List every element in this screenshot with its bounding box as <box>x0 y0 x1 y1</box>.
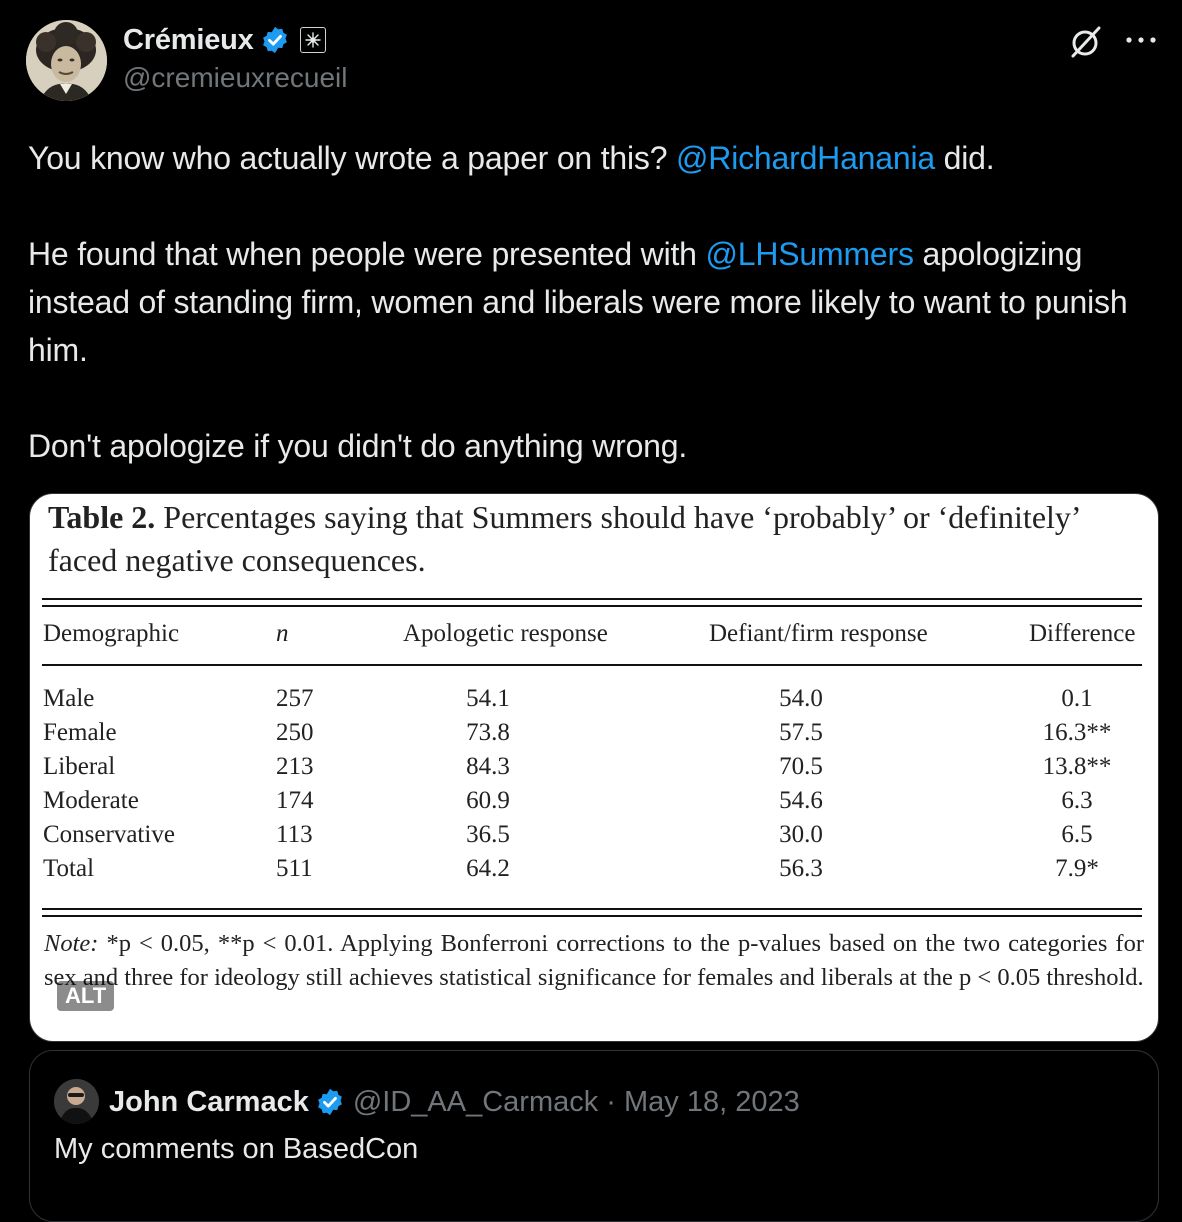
table-cell: 257 <box>276 685 314 712</box>
quoted-handle-date: @ID_AA_Carmack · May 18, 2023 <box>352 1085 800 1118</box>
mention-link-lhsummers[interactable]: @LHSummers <box>705 236 914 272</box>
table-cell-label: Total <box>43 855 95 882</box>
author-avatar[interactable] <box>26 20 107 101</box>
quoted-author-avatar[interactable] <box>54 1079 99 1124</box>
table-cell: 36.5 <box>466 821 510 848</box>
tweet-paragraph-1: You know who actually wrote a paper on t… <box>28 134 1148 182</box>
table-cell: 70.5 <box>779 753 823 780</box>
table-cell: 0.1 <box>1061 685 1093 712</box>
table-cell: 54.1 <box>466 685 510 712</box>
table-label: Table 2. <box>48 499 156 535</box>
table-note: Note: *p < 0.05, **p < 0.01. Applying Bo… <box>44 927 1144 995</box>
table-cell-label: Female <box>43 719 117 746</box>
table-cell: 250 <box>276 719 314 746</box>
table-cell: 57.5 <box>779 719 823 746</box>
author-display-name[interactable]: Crémieux <box>123 24 254 57</box>
table-cell: 13.8** <box>1042 753 1112 780</box>
table-cell: 6.3 <box>1061 787 1093 814</box>
tweet-text-segment: He found that when people were presented… <box>28 236 706 272</box>
tweet-text-segment: You know who actually wrote a paper on t… <box>28 140 677 176</box>
table-cell: 56.3 <box>779 855 823 882</box>
affiliation-badge-icon[interactable] <box>299 27 326 53</box>
table-title: Table 2. Percentages saying that Summers… <box>48 496 1138 582</box>
table-cell-label: Conservative <box>43 821 175 848</box>
verified-badge-icon <box>260 25 290 55</box>
tweet-paragraph-2: He found that when people were presented… <box>28 230 1148 374</box>
table-cell-label: Liberal <box>43 753 116 780</box>
table-cell-label: Moderate <box>43 787 139 814</box>
tweet-paragraph-3: Don't apologize if you didn't do anythin… <box>28 428 688 464</box>
table-cell: 6.5 <box>1061 821 1093 848</box>
table-cell-label: Male <box>43 685 95 712</box>
grok-icon[interactable] <box>1068 24 1104 65</box>
col-header-difference: Difference <box>1029 620 1136 647</box>
table-cell: 64.2 <box>466 855 510 882</box>
table-cell: 84.3 <box>466 753 510 780</box>
table-cell: 511 <box>276 855 313 882</box>
tweet-header: Crémieux @cremieuxrecueil <box>0 0 1182 120</box>
tweet-media-image[interactable]: Table 2. Percentages saying that Summers… <box>29 493 1159 1042</box>
author-handle[interactable]: @cremieuxrecueil <box>123 62 348 94</box>
quoted-tweet-text: My comments on BasedCon <box>54 1133 419 1165</box>
table-cell: 30.0 <box>779 821 823 848</box>
table-cell: 7.9* <box>1055 855 1099 882</box>
table-caption: Percentages saying that Summers should h… <box>48 499 1080 578</box>
mention-link-richardhanania[interactable]: @RichardHanania <box>676 140 935 176</box>
tweet-text-segment: did. <box>934 140 995 176</box>
table-cell: 174 <box>276 787 314 814</box>
table-cell: 73.8 <box>466 719 510 746</box>
note-text: *p < 0.05, **p < 0.01. Applying Bonferro… <box>44 930 1144 991</box>
table-cell: 213 <box>276 753 314 780</box>
quoted-author-name[interactable]: John Carmack <box>109 1086 309 1119</box>
author-name-row: Crémieux <box>123 22 326 58</box>
quoted-tweet[interactable]: John Carmack @ID_AA_Carmack · May 18, 20… <box>29 1050 1159 1222</box>
tweet-text: You know who actually wrote a paper on t… <box>28 134 1148 470</box>
col-header-defiant: Defiant/firm response <box>709 620 928 647</box>
table-cell: 113 <box>276 821 313 848</box>
more-icon[interactable] <box>1124 28 1158 57</box>
col-header-n: n <box>276 620 289 647</box>
col-header-demographic: Demographic <box>43 620 180 647</box>
col-header-apologetic: Apologetic response <box>403 620 608 647</box>
alt-text-button[interactable]: ALT <box>57 981 115 1011</box>
note-label: Note: <box>44 930 99 957</box>
table-cell: 60.9 <box>466 787 510 814</box>
table-cell: 54.6 <box>779 787 823 814</box>
table-cell: 54.0 <box>779 685 823 712</box>
table-cell: 16.3** <box>1042 719 1112 746</box>
verified-badge-icon <box>315 1087 345 1117</box>
quoted-author-row: John Carmack @ID_AA_Carmack · May 18, 20… <box>109 1083 800 1121</box>
